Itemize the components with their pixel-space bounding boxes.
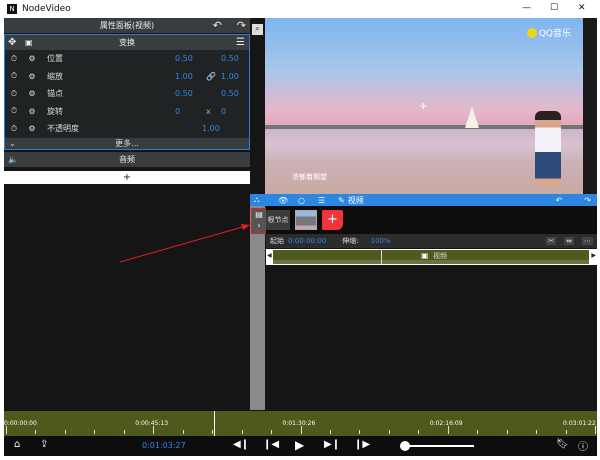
timeline-playhead[interactable] bbox=[213, 411, 215, 436]
home-icon[interactable]: ⌂ bbox=[14, 439, 20, 450]
ruler-tick bbox=[565, 430, 567, 434]
prev-frame-button[interactable]: ◀❙ bbox=[233, 439, 249, 450]
ruler-tick bbox=[6, 426, 7, 434]
ruler-tick-label: 0:00:00:00 bbox=[4, 420, 37, 427]
ruler-tick bbox=[388, 430, 390, 434]
ruler-tick bbox=[271, 430, 273, 434]
bookmark-icon[interactable]: 🔖︎ bbox=[556, 439, 569, 450]
export-icon[interactable]: ⇪ bbox=[40, 439, 48, 450]
ruler-tick-label: 0:02:16:09 bbox=[429, 420, 463, 427]
ruler-tick bbox=[64, 430, 66, 434]
ruler-tick bbox=[182, 430, 184, 434]
ruler-tick bbox=[241, 430, 243, 434]
ruler-tick bbox=[94, 430, 96, 434]
skip-end-button[interactable]: ▶❙ bbox=[324, 439, 340, 450]
ruler-tick bbox=[212, 430, 214, 434]
ruler-tick bbox=[477, 430, 479, 434]
zoom-slider-knob[interactable] bbox=[400, 441, 411, 451]
zoom-slider[interactable] bbox=[400, 441, 474, 451]
ruler-tick bbox=[300, 426, 302, 434]
skip-start-button[interactable]: ❙◀ bbox=[263, 439, 279, 450]
timeline-ruler[interactable]: 0:00:00:00 0:00:45:13 0:01:30:26 0:02:16:09… bbox=[4, 411, 597, 436]
current-time: 0:01:03:27 bbox=[142, 441, 186, 450]
ruler-tick-label: 0:01:30:26 bbox=[282, 420, 316, 427]
ruler-tick bbox=[506, 430, 508, 434]
ruler-tick bbox=[447, 426, 449, 434]
playback-bar: ⌂ ⇪ 0:01:03:27 ◀❙ ❙◀ ▶ ▶❙ ❙▶ 🔖︎ ⓘ bbox=[4, 436, 597, 456]
ruler-tick bbox=[153, 426, 155, 434]
ruler-tick bbox=[359, 430, 361, 434]
ruler-tick bbox=[123, 430, 125, 434]
ruler-tick bbox=[595, 426, 596, 434]
next-frame-button[interactable]: ❙▶ bbox=[354, 439, 370, 450]
ruler-tick bbox=[329, 430, 331, 434]
ruler-tick bbox=[536, 430, 538, 434]
ruler-tick-label: 0:03:01:22 bbox=[563, 420, 596, 427]
red-annotation-arrow bbox=[119, 224, 250, 263]
ruler-tick-label: 0:00:45:13 bbox=[135, 420, 169, 427]
ruler-tick bbox=[35, 430, 37, 434]
ruler-tick bbox=[418, 430, 420, 434]
play-button[interactable]: ▶ bbox=[295, 438, 304, 452]
help-icon[interactable]: ⓘ bbox=[578, 438, 588, 453]
